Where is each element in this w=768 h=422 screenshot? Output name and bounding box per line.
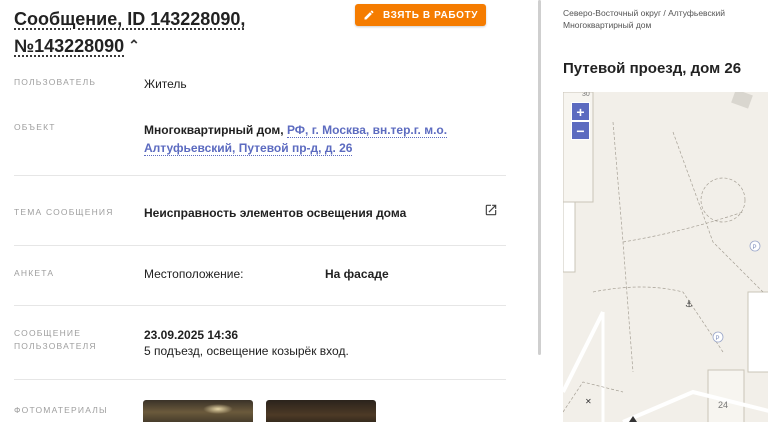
address-title: Путевой проезд, дом 26 xyxy=(563,60,742,77)
divider xyxy=(14,175,506,176)
map[interactable]: ⚓ P P 24 30 ✕ + − xyxy=(563,92,768,422)
field-user-value: Житель xyxy=(144,77,187,91)
open-in-new-icon[interactable] xyxy=(484,203,498,217)
message-details-panel: Сообщение, ID 143228090, №143228090 ⌃ ВЗЯ… xyxy=(0,0,540,422)
divider xyxy=(14,305,506,306)
field-object-value: Многоквартирный дом, РФ, г. Москва, вн.т… xyxy=(144,121,506,157)
take-to-work-label: ВЗЯТЬ В РАБОТУ xyxy=(382,9,479,21)
building-number-top: 30 xyxy=(582,92,590,98)
map-zoom-controls: + − xyxy=(571,102,590,140)
field-user-label: ПОЛЬЗОВАТЕЛЬ xyxy=(14,77,97,87)
title-line-2: №143228090 xyxy=(14,36,125,56)
breadcrumb: Северо-Восточный округ / Алтуфьевский Мн… xyxy=(563,7,768,31)
parking-marker: P xyxy=(753,245,757,251)
survey-key: Местоположение: xyxy=(144,267,244,281)
pencil-icon xyxy=(364,10,374,20)
scrollbar[interactable] xyxy=(538,0,541,355)
zoom-in-button[interactable]: + xyxy=(571,102,590,121)
page-title: Сообщение, ID 143228090, №143228090 ⌃ xyxy=(14,6,344,59)
divider xyxy=(14,245,506,246)
parking-marker: P xyxy=(716,336,720,342)
field-message-label-1: СООБЩЕНИЕ xyxy=(14,328,82,338)
field-topic-value: Неисправность элементов освещения дома xyxy=(144,206,407,220)
field-topic-label: ТЕМА СООБЩЕНИЯ xyxy=(14,207,114,217)
divider xyxy=(14,379,506,380)
breadcrumb-type: Многоквартирный дом xyxy=(563,20,652,30)
building-number: 24 xyxy=(718,400,728,410)
svg-text:⚓: ⚓ xyxy=(685,300,693,310)
photo-thumbnail[interactable] xyxy=(266,400,376,422)
zoom-out-button[interactable]: − xyxy=(571,121,590,140)
breadcrumb-path[interactable]: Северо-Восточный округ / Алтуфьевский xyxy=(563,8,725,18)
title-line-1: Сообщение, ID 143228090, xyxy=(14,9,246,29)
svg-text:✕: ✕ xyxy=(585,397,592,406)
field-survey-label: АНКЕТА xyxy=(14,268,55,278)
field-object-label: ОБЪЕКТ xyxy=(14,122,56,132)
field-message-label-2: ПОЛЬЗОВАТЕЛЯ xyxy=(14,341,97,351)
take-to-work-button[interactable]: ВЗЯТЬ В РАБОТУ xyxy=(355,4,486,26)
map-canvas: ⚓ P P 24 30 ✕ xyxy=(563,92,768,422)
field-photos-label: ФОТОМАТЕРИАЛЫ xyxy=(14,405,108,415)
object-panel: Северо-Восточный округ / Алтуфьевский Мн… xyxy=(553,0,768,422)
message-text: 5 подъезд, освещение козырёк вход. xyxy=(144,344,349,358)
object-type: Многоквартирный дом, xyxy=(144,123,284,137)
photo-thumbnail[interactable] xyxy=(143,400,253,422)
chevron-up-icon[interactable]: ⌃ xyxy=(128,32,140,58)
survey-value: На фасаде xyxy=(325,267,389,281)
